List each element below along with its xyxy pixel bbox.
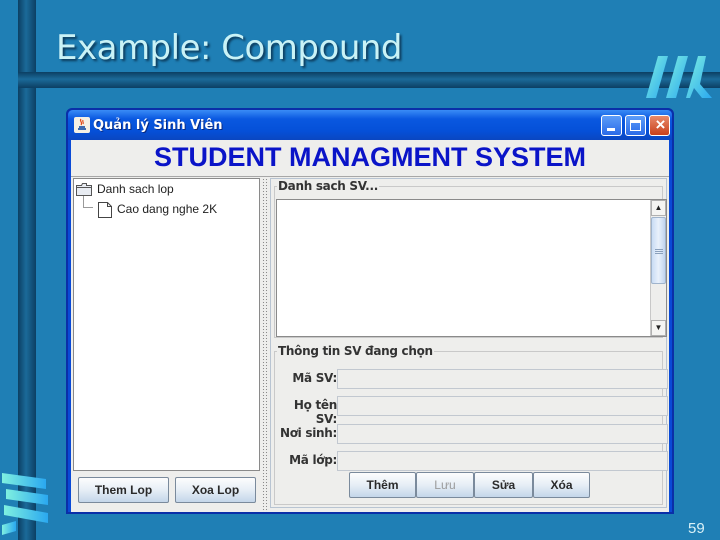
scroll-down-button[interactable]: ▼ [651,320,666,336]
add-class-button[interactable]: Them Lop [78,477,169,503]
page-number: 59 [688,520,705,537]
java-cup-icon [74,117,90,133]
group-title: Danh sach SV... [277,179,379,193]
minimize-button[interactable] [601,115,622,136]
close-icon: × [655,115,666,134]
add-student-button[interactable]: Thêm [349,472,416,498]
file-icon [98,202,112,218]
slanted-stripes-logo-icon [2,473,48,535]
slide-horizontal-bar [18,72,720,88]
maximize-icon [630,120,641,131]
divider [71,176,669,177]
maximize-button[interactable] [625,115,646,136]
student-name-label: Họ tên SV: [293,398,337,426]
app-heading: STUDENT MANAGMENT SYSTEM [154,142,586,172]
student-id-field[interactable] [337,369,668,389]
scroll-thumb[interactable] [651,217,666,284]
edit-student-button[interactable]: Sửa [474,472,533,498]
close-button[interactable]: × [649,115,670,136]
slide-title: Example: Compound [56,28,403,68]
tree-node-class[interactable]: Cao dang nghe 2K [98,202,217,218]
tree-connector [83,196,93,208]
window-title: Quản lý Sinh Viên [93,118,223,133]
tree-node-root[interactable]: Danh sach lop [76,182,174,197]
folder-icon [76,183,92,197]
delete-student-button[interactable]: Xóa [533,472,590,498]
student-list-group: Danh sach SV... ▲ ▼ [274,179,667,338]
slanted-stripes-logo-icon [646,56,712,98]
student-name-field[interactable] [337,396,668,416]
class-id-label: Mã lớp: [289,453,337,467]
class-id-field[interactable] [337,451,668,471]
delete-class-button[interactable]: Xoa Lop [175,477,256,503]
vertical-scrollbar[interactable]: ▲ ▼ [650,200,666,336]
class-tree[interactable]: Danh sach lop Cao dang nghe 2K [73,178,260,471]
right-panel: Danh sach SV... ▲ ▼ Thông tin SV đang ch… [270,178,668,508]
minimize-icon [607,128,615,131]
student-list[interactable]: ▲ ▼ [276,199,667,337]
save-student-button[interactable]: Lưu [416,472,474,498]
scroll-up-button[interactable]: ▲ [651,200,666,216]
window-client-area: STUDENT MANAGMENT SYSTEM Danh sach lop C… [71,140,669,512]
split-pane-divider[interactable] [262,178,269,512]
birthplace-field[interactable] [337,424,668,444]
birthplace-label: Nơi sinh: [279,426,337,440]
tree-node-label: Danh sach lop [97,182,174,196]
grip-icon [655,249,663,254]
tree-node-label: Cao dang nghe 2K [117,202,218,217]
student-id-label: Mã SV: [292,371,337,385]
app-window: Quản lý Sinh Viên × STUDENT MANAGMENT SY… [66,108,674,514]
group-title: Thông tin SV đang chọn [277,344,434,358]
window-titlebar[interactable]: Quản lý Sinh Viên × [68,110,672,140]
